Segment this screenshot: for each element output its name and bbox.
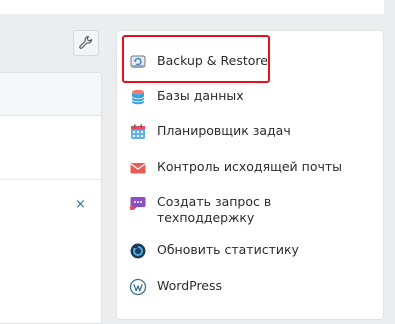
menu-item-task-scheduler[interactable]: Планировщик задач xyxy=(129,123,291,141)
menu-item-wordpress[interactable]: WordPress xyxy=(129,278,222,296)
menu-item-support-request[interactable]: Создать запрос в техподдержку xyxy=(129,194,277,226)
wordpress-icon xyxy=(129,278,147,296)
mail-icon xyxy=(130,163,146,174)
left-panel-header xyxy=(0,73,101,116)
menu-item-refresh-stats[interactable]: Обновить статистику xyxy=(129,242,299,260)
menu-item-label: Backup & Restore xyxy=(157,53,268,68)
backup-restore-icon xyxy=(130,55,146,68)
database-icon xyxy=(131,89,145,105)
menu-item-label: Создать запрос в техподдержку xyxy=(157,194,272,225)
menu-item-label: Базы данных xyxy=(157,88,244,103)
menu-item-label: Контроль исходящей почты xyxy=(157,159,343,174)
menu-item-label: Обновить статистику xyxy=(157,242,299,257)
support-chat-icon xyxy=(130,197,146,210)
right-margin xyxy=(384,0,395,314)
tools-menu: Backup & Restore Базы данных Планировщик… xyxy=(116,30,384,320)
refresh-stats-icon xyxy=(130,243,146,259)
left-panel: × xyxy=(0,72,102,324)
menu-item-outgoing-mail[interactable]: Контроль исходящей почты xyxy=(129,159,342,177)
close-icon[interactable]: × xyxy=(75,198,86,211)
wrench-icon xyxy=(79,35,93,49)
top-bar xyxy=(0,0,384,14)
menu-item-databases[interactable]: Базы данных xyxy=(129,88,244,106)
menu-item-label: WordPress xyxy=(157,278,223,293)
calendar-icon xyxy=(131,124,145,139)
tools-button[interactable] xyxy=(73,30,99,56)
divider xyxy=(0,179,101,180)
menu-item-label: Планировщик задач xyxy=(157,123,291,138)
menu-item-backup-restore[interactable]: Backup & Restore xyxy=(129,53,268,71)
